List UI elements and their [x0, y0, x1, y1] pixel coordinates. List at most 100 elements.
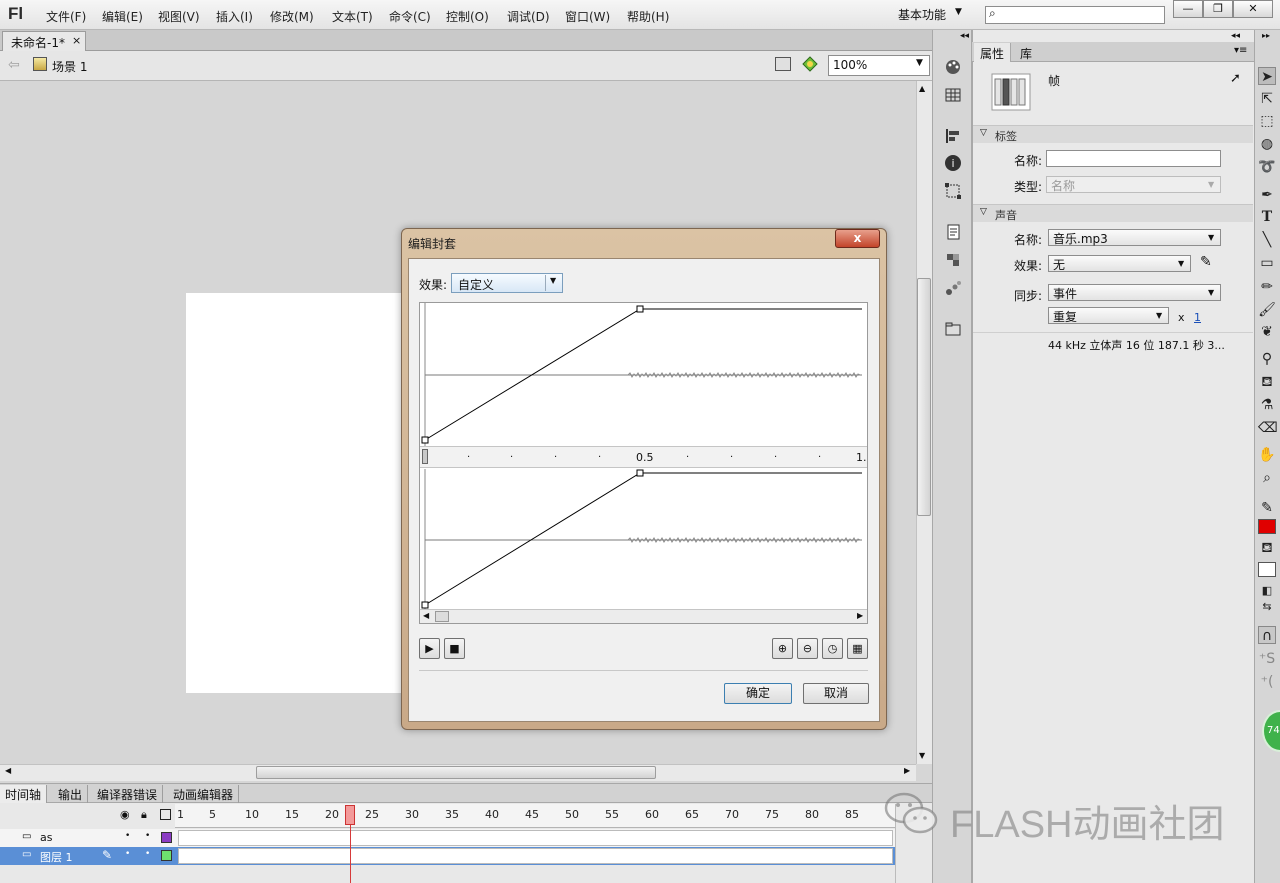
close-button[interactable]: ✕: [1233, 0, 1273, 18]
repeat-count[interactable]: 1: [1194, 311, 1201, 324]
zoom-in-icon[interactable]: ⊕: [772, 638, 793, 659]
repeat-select[interactable]: 重复: [1048, 307, 1169, 324]
swatches-icon[interactable]: [944, 86, 962, 104]
vertical-scroll-thumb[interactable]: [917, 278, 931, 516]
help-search-input[interactable]: [985, 6, 1165, 24]
visibility-dot[interactable]: •: [125, 831, 130, 841]
label-type-select[interactable]: 名称: [1046, 176, 1221, 193]
start-time-handle[interactable]: [422, 449, 428, 464]
brush-tool-icon[interactable]: 🖌︎: [1258, 301, 1276, 319]
edit-scene-icon[interactable]: [775, 57, 791, 71]
tab-library[interactable]: 库: [1014, 43, 1038, 62]
lasso-tool-icon[interactable]: ➰: [1258, 158, 1276, 176]
stage[interactable]: [186, 293, 406, 693]
fill-bucket-icon[interactable]: ⛾: [1258, 539, 1276, 557]
left-channel-envelope[interactable]: [420, 303, 867, 446]
3d-rotation-tool-icon[interactable]: ◍: [1258, 135, 1276, 153]
zoom-select[interactable]: 100%: [828, 55, 930, 76]
layer-row-selected[interactable]: ▭ 图层 1 ✎ • •: [0, 847, 895, 865]
deco-tool-icon[interactable]: ❦: [1258, 323, 1276, 341]
layer-name[interactable]: 图层 1: [40, 849, 73, 865]
layer-row[interactable]: ▭ as • •: [0, 829, 895, 847]
outline-icon[interactable]: [160, 809, 171, 820]
menu-view[interactable]: 视图(V): [158, 8, 200, 25]
transform-icon[interactable]: [944, 182, 962, 200]
frame-label-name-input[interactable]: [1046, 150, 1221, 167]
scene-label[interactable]: 场景 1: [52, 58, 87, 75]
menu-modify[interactable]: 修改(M): [270, 8, 314, 25]
scroll-down-icon[interactable]: ▼: [919, 751, 925, 760]
pencil-tool-icon[interactable]: ✏: [1258, 278, 1276, 296]
workspace-switcher[interactable]: 基本功能: [898, 6, 946, 23]
menu-debug[interactable]: 调试(D): [507, 8, 550, 25]
pen-tool-icon[interactable]: ✒: [1258, 186, 1276, 204]
menu-window[interactable]: 窗口(W): [565, 8, 610, 25]
tab-compiler-errors[interactable]: 编译器错误: [92, 785, 164, 803]
tab-timeline[interactable]: 时间轴: [0, 785, 48, 803]
subselection-tool-icon[interactable]: ⇱: [1258, 90, 1276, 108]
paint-bucket-tool-icon[interactable]: ⛾: [1258, 373, 1276, 391]
edit-symbols-icon[interactable]: [802, 56, 818, 72]
eyedropper-tool-icon[interactable]: ⚗: [1258, 396, 1276, 414]
menu-commands[interactable]: 命令(C): [389, 8, 431, 25]
ok-button[interactable]: 确定: [724, 683, 792, 704]
minimize-button[interactable]: —: [1173, 0, 1203, 18]
play-button[interactable]: ▶: [419, 638, 440, 659]
color-palette-icon[interactable]: [944, 58, 962, 76]
close-icon[interactable]: ×: [72, 34, 81, 47]
restore-button[interactable]: ❐: [1203, 0, 1233, 18]
expand-icon[interactable]: ▸▸: [1262, 31, 1270, 40]
bone-tool-icon[interactable]: ⚲: [1258, 350, 1276, 368]
layer-frames[interactable]: [178, 830, 893, 846]
collapse-icon[interactable]: ◂◂: [1231, 31, 1240, 41]
code-snippets-icon[interactable]: [944, 223, 962, 241]
stop-button[interactable]: ■: [444, 638, 465, 659]
edit-envelope-pencil-icon[interactable]: ✎: [1200, 254, 1212, 270]
menu-text[interactable]: 文本(T): [332, 8, 373, 25]
tab-output[interactable]: 输出: [53, 785, 89, 803]
sync-select[interactable]: 事件: [1048, 284, 1221, 301]
menu-insert[interactable]: 插入(I): [216, 8, 253, 25]
back-arrow-icon[interactable]: ⇦: [8, 57, 20, 73]
layer-frames[interactable]: [178, 848, 893, 864]
rectangle-tool-icon[interactable]: ▭: [1258, 254, 1276, 272]
frames-icon[interactable]: ▦: [847, 638, 868, 659]
menu-control[interactable]: 控制(O): [446, 8, 489, 25]
lock-dot[interactable]: •: [145, 831, 150, 841]
dialog-close-button[interactable]: x: [835, 229, 880, 248]
right-channel-envelope[interactable]: [420, 469, 867, 609]
menu-help[interactable]: 帮助(H): [627, 8, 669, 25]
scroll-right-icon[interactable]: ▶: [904, 766, 910, 775]
scroll-right-icon[interactable]: ▶: [857, 611, 863, 620]
free-transform-tool-icon[interactable]: ⬚: [1258, 112, 1276, 130]
cancel-button[interactable]: 取消: [803, 683, 869, 704]
playhead[interactable]: [345, 805, 355, 825]
zoom-tool-icon[interactable]: ⌕: [1258, 469, 1276, 487]
tab-properties[interactable]: 属性: [974, 43, 1012, 62]
envelope-scroll-thumb[interactable]: [435, 611, 449, 622]
components-icon[interactable]: [944, 251, 962, 269]
scroll-up-icon[interactable]: ▲: [919, 84, 925, 93]
zoom-out-icon[interactable]: ⊖: [797, 638, 818, 659]
align-icon[interactable]: [944, 127, 962, 145]
lock-dot[interactable]: •: [145, 849, 150, 859]
sound-name-select[interactable]: 音乐.mp3: [1048, 229, 1221, 246]
horizontal-scroll-thumb[interactable]: [256, 766, 656, 779]
seconds-clock-icon[interactable]: ◷: [822, 638, 843, 659]
menu-edit[interactable]: 编辑(E): [102, 8, 143, 25]
menu-file[interactable]: 文件(F): [46, 8, 86, 25]
fill-color-swatch[interactable]: [1258, 562, 1276, 577]
eye-icon[interactable]: ◉: [120, 808, 130, 821]
swap-colors-icon[interactable]: ⇆: [1258, 598, 1276, 616]
stroke-color-pencil-icon[interactable]: ✎: [1258, 499, 1276, 517]
effect-select[interactable]: 自定义: [451, 273, 563, 293]
scroll-left-icon[interactable]: ◀: [423, 611, 429, 620]
stroke-color-swatch[interactable]: [1258, 519, 1276, 534]
snap-to-objects-icon[interactable]: ∩: [1258, 626, 1276, 644]
layer-color-swatch[interactable]: [161, 850, 172, 861]
hand-tool-icon[interactable]: ✋: [1258, 446, 1276, 464]
selection-tool-icon[interactable]: ➤: [1258, 67, 1276, 85]
scroll-left-icon[interactable]: ◀: [5, 766, 11, 775]
layer-color-swatch[interactable]: [161, 832, 172, 843]
envelope-scrollbar[interactable]: [420, 609, 867, 623]
